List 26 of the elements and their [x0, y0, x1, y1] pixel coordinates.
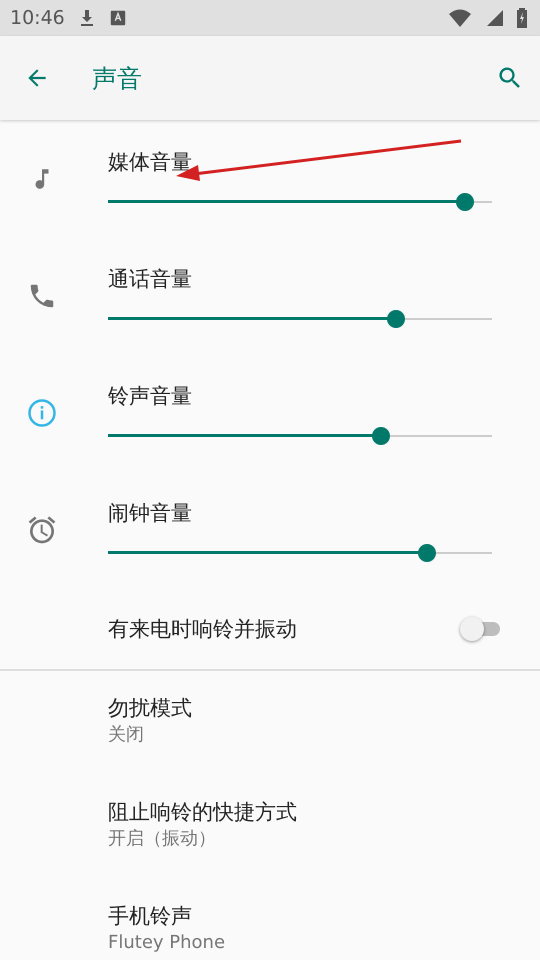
volume-label: 闹钟音量: [108, 500, 192, 526]
keyboard-icon: [108, 9, 127, 27]
slider-thumb[interactable]: [372, 427, 390, 445]
volume-label: 铃声音量: [108, 383, 192, 409]
alarm-clock-icon: [26, 514, 58, 546]
setting-summary: Flutey Phone: [108, 931, 226, 955]
battery-icon: [516, 7, 528, 29]
slider-thumb[interactable]: [418, 544, 436, 562]
volume-label: 通话音量: [108, 266, 192, 292]
settings-item[interactable]: 勿扰模式 关闭: [0, 671, 540, 775]
slider-thumb[interactable]: [456, 193, 474, 211]
setting-summary: 关闭: [108, 723, 144, 747]
vibrate-switch[interactable]: [460, 616, 500, 640]
settings-item[interactable]: 手机铃声 Flutey Phone: [0, 879, 540, 960]
settings-item[interactable]: 阻止响铃的快捷方式 开启（振动）: [0, 775, 540, 879]
setting-title: 阻止响铃的快捷方式: [108, 799, 297, 825]
status-time: 10:46: [10, 7, 65, 29]
slider-thumb[interactable]: [387, 310, 405, 328]
volume-label: 媒体音量: [108, 149, 192, 175]
setting-title: 勿扰模式: [108, 695, 192, 721]
page-title: 声音: [92, 62, 142, 94]
info-icon: [27, 398, 57, 428]
toggle-label: 有来电时响铃并振动: [108, 616, 298, 642]
setting-summary: 开启（振动）: [108, 827, 216, 851]
wifi-icon: [448, 8, 472, 28]
setting-title: 手机铃声: [108, 903, 192, 929]
